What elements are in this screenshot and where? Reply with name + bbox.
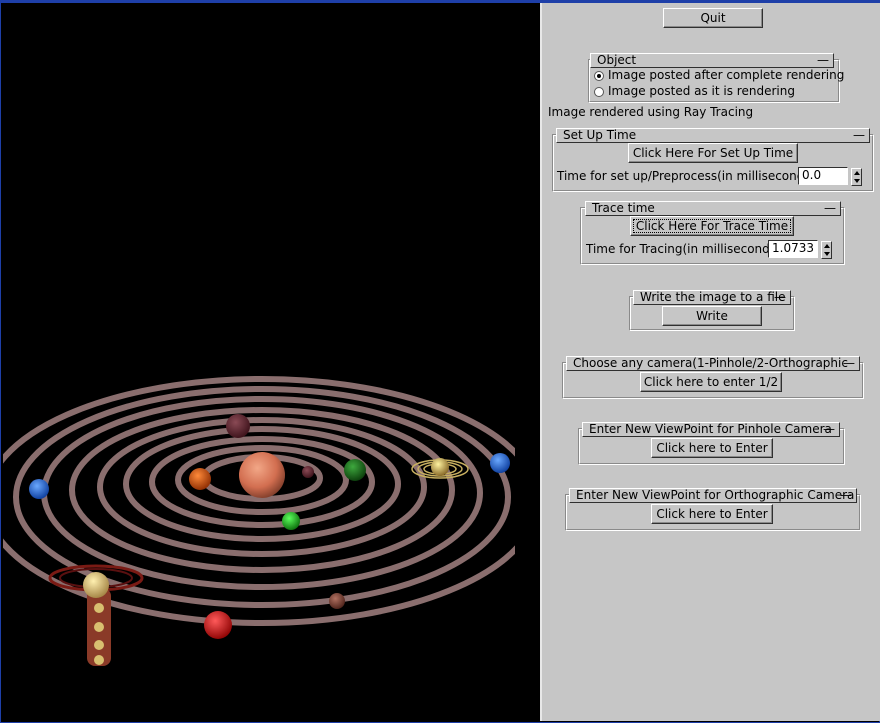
sun — [239, 452, 285, 498]
setup-time-spinner[interactable] — [851, 168, 862, 186]
collapse-icon: — — [817, 53, 829, 67]
trace-time-header[interactable]: Trace time — — [585, 201, 841, 216]
collapse-icon: — — [774, 290, 786, 304]
quit-button[interactable]: Quit — [663, 8, 763, 28]
trace-time-button[interactable]: Click Here For Trace Time — [630, 216, 794, 236]
render-canvas — [3, 3, 540, 721]
planet-blue-right — [490, 453, 510, 473]
planet-orange — [189, 468, 211, 490]
collapse-icon: — — [824, 201, 836, 215]
write-group-header[interactable]: Write the image to a file — — [633, 290, 791, 305]
setup-time-button[interactable]: Click Here For Set Up Time — [628, 143, 798, 163]
planet-maroon — [226, 414, 250, 438]
camera-choice-button[interactable]: Click here to enter 1/2 — [640, 372, 782, 392]
radio-after-complete[interactable] — [594, 71, 604, 81]
setup-time-label: Time for set up/Preprocess(in millisecon… — [557, 169, 816, 183]
saturn-near — [48, 564, 144, 666]
object-group-header[interactable]: Object — — [590, 53, 834, 68]
solar-system-render — [3, 303, 540, 721]
planet-green — [282, 512, 300, 530]
radio-while-rendering[interactable] — [594, 87, 604, 97]
planet-small-maroon — [302, 466, 314, 478]
pinhole-group-title: Enter New ViewPoint for Pinhole Camera — [589, 422, 832, 436]
pinhole-group-header[interactable]: Enter New ViewPoint for Pinhole Camera — — [582, 422, 840, 437]
setup-time-value[interactable]: 0.0 — [798, 167, 848, 185]
trace-time-value[interactable]: 1.0733 — [768, 240, 818, 258]
camera-group-title: Choose any camera(1-Pinhole/2-Orthograph… — [573, 356, 848, 370]
collapse-icon: — — [853, 128, 865, 142]
setup-time-header[interactable]: Set Up Time — — [556, 128, 870, 143]
ortho-group-title: Enter New ViewPoint for Orthographic Cam… — [576, 488, 855, 502]
write-button[interactable]: Write — [662, 306, 762, 326]
collapse-icon: — — [823, 422, 835, 436]
radio-after-complete-label: Image posted after complete rendering — [608, 68, 845, 82]
trace-time-title: Trace time — [592, 201, 655, 215]
planet-dark-green — [344, 459, 366, 481]
render-status-text: Image rendered using Ray Tracing — [548, 105, 754, 119]
ortho-group-header[interactable]: Enter New ViewPoint for Orthographic Cam… — [569, 488, 857, 503]
write-group-title: Write the image to a file — [640, 290, 786, 304]
collapse-icon: — — [843, 356, 855, 370]
planet-blue-left — [29, 479, 49, 499]
planet-brown — [329, 593, 345, 609]
ortho-enter-button[interactable]: Click here to Enter — [651, 504, 773, 524]
trace-time-label: Time for Tracing(in milliseconds) — [586, 242, 781, 256]
planet-red — [204, 611, 232, 639]
radio-while-rendering-label: Image posted as it is rendering — [608, 84, 795, 98]
camera-group-header[interactable]: Choose any camera(1-Pinhole/2-Orthograph… — [566, 356, 860, 371]
trace-time-spinner[interactable] — [821, 241, 832, 259]
object-group-title: Object — [597, 53, 637, 67]
pinhole-enter-button[interactable]: Click here to Enter — [651, 438, 773, 458]
setup-time-title: Set Up Time — [563, 128, 637, 142]
planet-yellow — [431, 458, 449, 476]
control-panel: Quit Object — Image posted after complet… — [540, 3, 880, 721]
collapse-icon: — — [840, 488, 852, 502]
